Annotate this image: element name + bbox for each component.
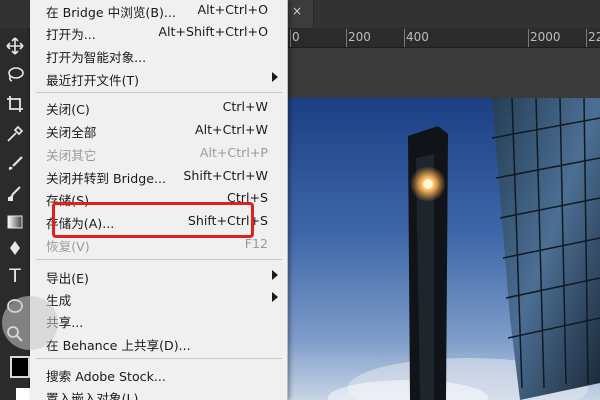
pen-tool-icon[interactable] (3, 236, 27, 260)
file-menu-dropdown: 在 Bridge 中浏览(B)... Alt+Ctrl+O 打开为... Alt… (30, 0, 288, 400)
ruler-mark (346, 29, 347, 47)
ruler-tick-label: 0 (292, 30, 300, 44)
background-color-swatch[interactable] (16, 388, 30, 400)
move-tool-icon[interactable] (3, 34, 27, 58)
menu-item-place-embedded[interactable]: 置入嵌入对象(L)... (30, 386, 288, 400)
horizontal-ruler: 0 200 400 2000 2200 (288, 28, 600, 48)
submenu-arrow-icon (272, 292, 278, 302)
foreground-color-swatch[interactable] (10, 356, 30, 378)
menu-item-recent-files[interactable]: 最近打开文件(T) (30, 68, 288, 90)
canvas-area[interactable] (288, 48, 600, 400)
eyedropper-tool-icon[interactable] (3, 122, 27, 146)
submenu-arrow-icon (272, 270, 278, 280)
menu-item-open-as[interactable]: 打开为... Alt+Shift+Ctrl+O (30, 22, 288, 44)
click-indicator (2, 296, 58, 350)
menu-item-export[interactable]: 导出(E) (30, 266, 288, 288)
ruler-tick-label: 2200 (588, 30, 600, 44)
document-tab[interactable]: × (288, 0, 314, 28)
document-photo (288, 98, 600, 400)
tab-close-icon[interactable]: × (292, 4, 302, 18)
menu-item-generate[interactable]: 生成 (30, 288, 288, 310)
menu-item-share-on-behance[interactable]: 在 Behance 上共享(D)... (30, 333, 288, 355)
menu-item-share[interactable]: 共享... (30, 310, 288, 332)
ruler-tick-label: 200 (348, 30, 371, 44)
menu-separator (36, 92, 282, 93)
crop-tool-icon[interactable] (3, 92, 27, 116)
menu-separator (36, 259, 282, 260)
building-photo (288, 98, 600, 400)
stamp-tool-icon[interactable] (3, 182, 27, 206)
ruler-mark (528, 29, 529, 47)
photoshop-window: × 0 200 400 2000 2200 (0, 0, 600, 400)
ruler-mark (404, 29, 405, 47)
menu-item-close-and-go-to-bridge[interactable]: 关闭并转到 Bridge... Shift+Ctrl+W (30, 166, 288, 188)
lasso-tool-icon[interactable] (3, 62, 27, 86)
save-as-highlight-box (52, 202, 254, 238)
menu-item-open-as-smart-object[interactable]: 打开为智能对象... (30, 45, 288, 67)
menu-separator (36, 358, 282, 359)
gradient-tool-icon[interactable] (3, 210, 27, 234)
brush-tool-icon[interactable] (3, 152, 27, 176)
ruler-tick-label: 2000 (530, 30, 561, 44)
menu-item-close-all[interactable]: 关闭全部 Alt+Ctrl+W (30, 120, 288, 142)
menu-item-close-others: 关闭其它 Alt+Ctrl+P (46, 145, 268, 163)
type-tool-icon[interactable]: T (3, 264, 27, 288)
menu-item-close[interactable]: 关闭(C) Ctrl+W (30, 97, 288, 119)
ruler-mark (290, 29, 291, 47)
menu-item-browse-in-bridge[interactable]: 在 Bridge 中浏览(B)... Alt+Ctrl+O (30, 0, 288, 22)
ruler-mark (586, 29, 587, 47)
ruler-tick-label: 400 (406, 30, 429, 44)
menu-item-search-adobe-stock[interactable]: 搜索 Adobe Stock... (30, 364, 288, 386)
submenu-arrow-icon (272, 72, 278, 82)
